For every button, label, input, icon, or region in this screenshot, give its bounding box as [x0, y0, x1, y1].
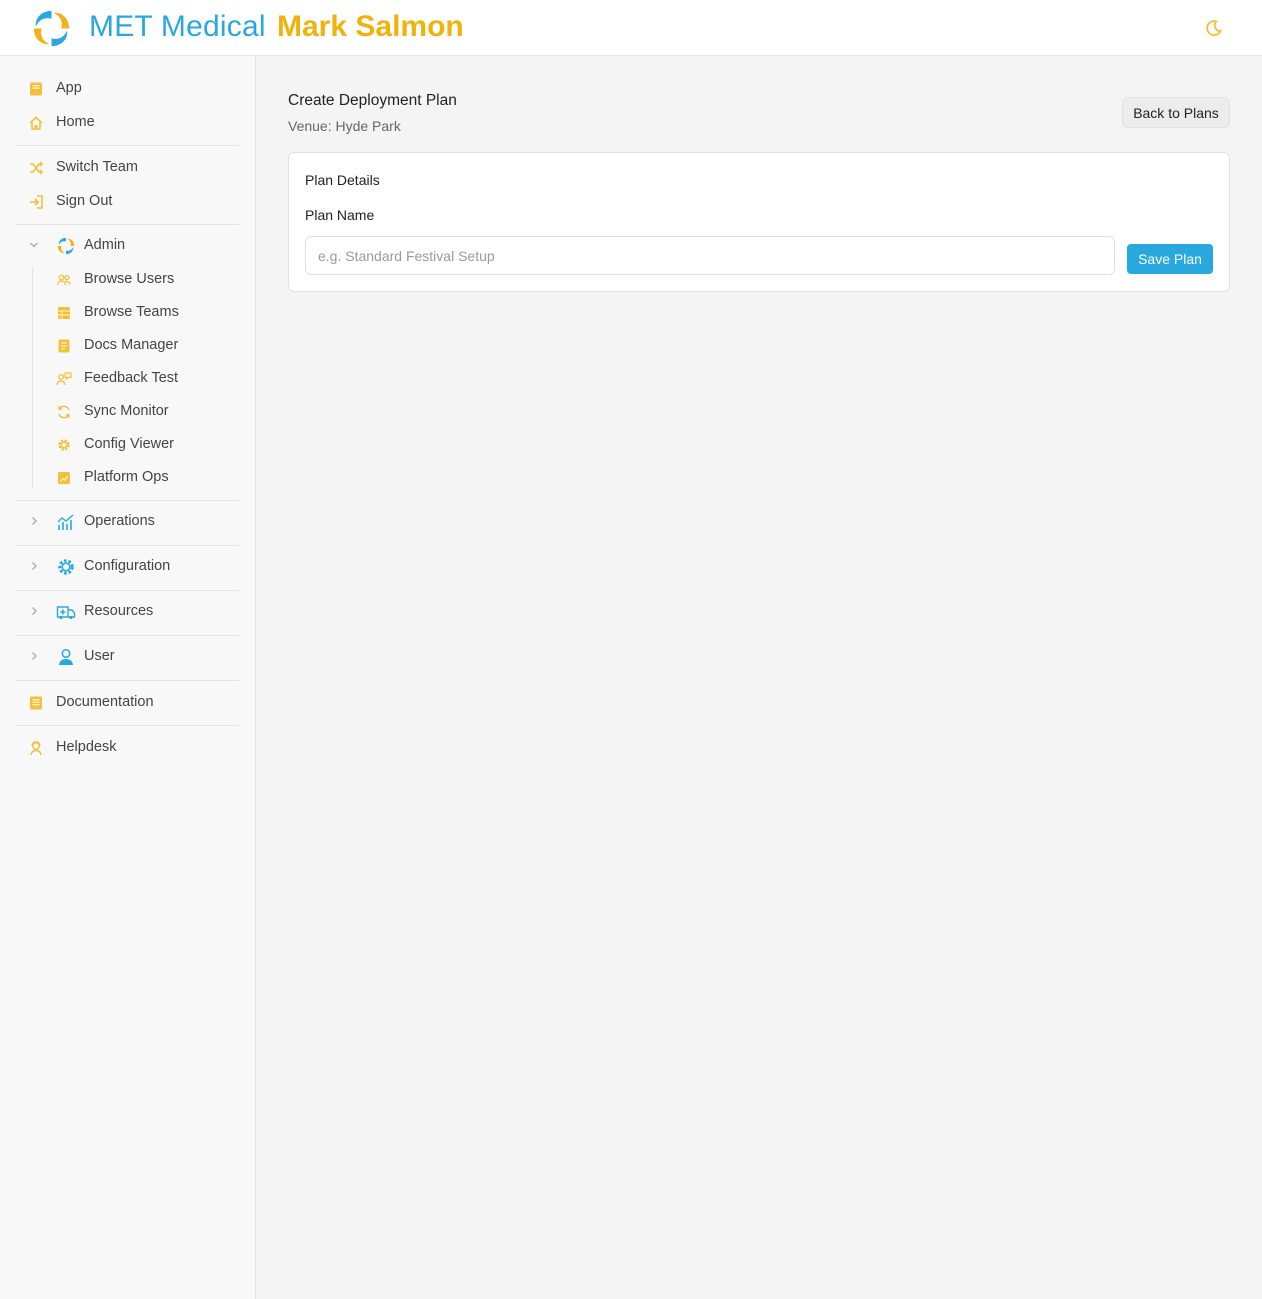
sidebar-item-documentation[interactable]: Documentation [16, 688, 239, 718]
venue-label: Venue: Hyde Park [288, 118, 401, 134]
sidebar: App Home Switch Team Sign Out Admin Brow… [0, 56, 256, 1299]
plan-name-label: Plan Name [305, 207, 375, 223]
sync-icon [58, 405, 70, 419]
sidebar-item-label: Helpdesk [56, 739, 117, 755]
sidebar-item-docs-manager[interactable]: Docs Manager [16, 331, 239, 361]
gear-icon [58, 439, 70, 451]
sidebar-group-admin[interactable]: Admin [16, 231, 239, 261]
sidebar-item-label: Platform Ops [84, 469, 169, 485]
chart-box-icon [58, 472, 70, 484]
book-icon [30, 696, 42, 710]
sign-out-icon [30, 195, 43, 209]
home-icon [29, 116, 43, 130]
sidebar-group-label: Admin [84, 237, 126, 253]
sidebar-group-resources[interactable]: Resources [16, 597, 239, 627]
table-icon [58, 307, 70, 319]
sidebar-item-config-viewer[interactable]: Config Viewer [16, 430, 239, 460]
sidebar-group-label: Resources [84, 603, 154, 619]
plan-details-card: Plan Details Plan Name Save Plan [288, 152, 1230, 292]
support-agent-icon [30, 741, 42, 756]
sidebar-item-label: Home [56, 114, 95, 130]
sidebar-item-label: Documentation [56, 694, 154, 710]
sidebar-item-app[interactable]: App [16, 74, 239, 104]
page-title: Create Deployment Plan [288, 92, 457, 109]
feedback-icon [56, 372, 72, 386]
sidebar-group-label: User [84, 648, 115, 664]
save-plan-button[interactable]: Save Plan [1127, 244, 1213, 274]
divider [16, 500, 239, 501]
divider [16, 725, 239, 726]
sidebar-item-sync-monitor[interactable]: Sync Monitor [16, 397, 239, 427]
sidebar-item-home[interactable]: Home [16, 108, 239, 138]
sidebar-item-browse-users[interactable]: Browse Users [16, 265, 239, 295]
sidebar-item-label: Config Viewer [84, 436, 175, 452]
chart-icon [57, 514, 74, 530]
plan-name-input[interactable] [305, 236, 1115, 275]
sidebar-item-label: Browse Teams [84, 304, 179, 320]
user-icon [59, 648, 73, 665]
chevron-right-icon [32, 652, 37, 660]
divider [16, 224, 239, 225]
divider [16, 635, 239, 636]
sidebar-item-label: Feedback Test [84, 370, 179, 386]
sidebar-item-label: Sync Monitor [84, 403, 169, 419]
sidebar-item-label: Browse Users [84, 271, 175, 287]
swirl-logo-icon [57, 237, 75, 255]
sidebar-item-platform-ops[interactable]: Platform Ops [16, 463, 239, 493]
shuffle-icon [30, 161, 44, 175]
ambulance-icon [56, 606, 76, 620]
back-to-plans-button[interactable]: Back to Plans [1122, 97, 1230, 128]
sidebar-group-configuration[interactable]: Configuration [16, 552, 239, 582]
sidebar-item-feedback-test[interactable]: Feedback Test [16, 364, 239, 394]
sidebar-group-operations[interactable]: Operations [16, 507, 239, 537]
sidebar-item-label: Switch Team [56, 159, 138, 175]
gear-icon [58, 559, 74, 575]
chevron-right-icon [32, 562, 37, 570]
book-icon [30, 82, 42, 96]
divider [16, 145, 239, 146]
top-bar: MET Medical Mark Salmon [0, 0, 1262, 56]
sidebar-group-user[interactable]: User [16, 642, 239, 672]
sidebar-item-helpdesk[interactable]: Helpdesk [16, 733, 239, 763]
brand-name: MET Medical [89, 10, 266, 43]
divider [16, 680, 239, 681]
swirl-logo-icon[interactable] [30, 7, 73, 50]
sidebar-item-switch-team[interactable]: Switch Team [16, 153, 239, 183]
sidebar-item-label: Sign Out [56, 193, 113, 209]
divider [16, 590, 239, 591]
user-name: Mark Salmon [277, 10, 464, 43]
sidebar-group-label: Configuration [84, 558, 171, 574]
chevron-right-icon [32, 517, 37, 525]
divider [16, 545, 239, 546]
sidebar-item-sign-out[interactable]: Sign Out [16, 187, 239, 217]
sidebar-item-label: App [56, 80, 82, 96]
card-title: Plan Details [305, 172, 380, 188]
main-content: Create Deployment Plan Venue: Hyde Park … [256, 56, 1262, 1299]
document-icon [58, 339, 70, 353]
chevron-right-icon [32, 607, 37, 615]
sidebar-item-label: Docs Manager [84, 337, 179, 353]
moon-icon[interactable] [1204, 18, 1224, 38]
sidebar-group-label: Operations [84, 513, 155, 529]
users-icon [56, 274, 72, 286]
sidebar-item-browse-teams[interactable]: Browse Teams [16, 298, 239, 328]
chevron-down-icon [30, 242, 38, 248]
